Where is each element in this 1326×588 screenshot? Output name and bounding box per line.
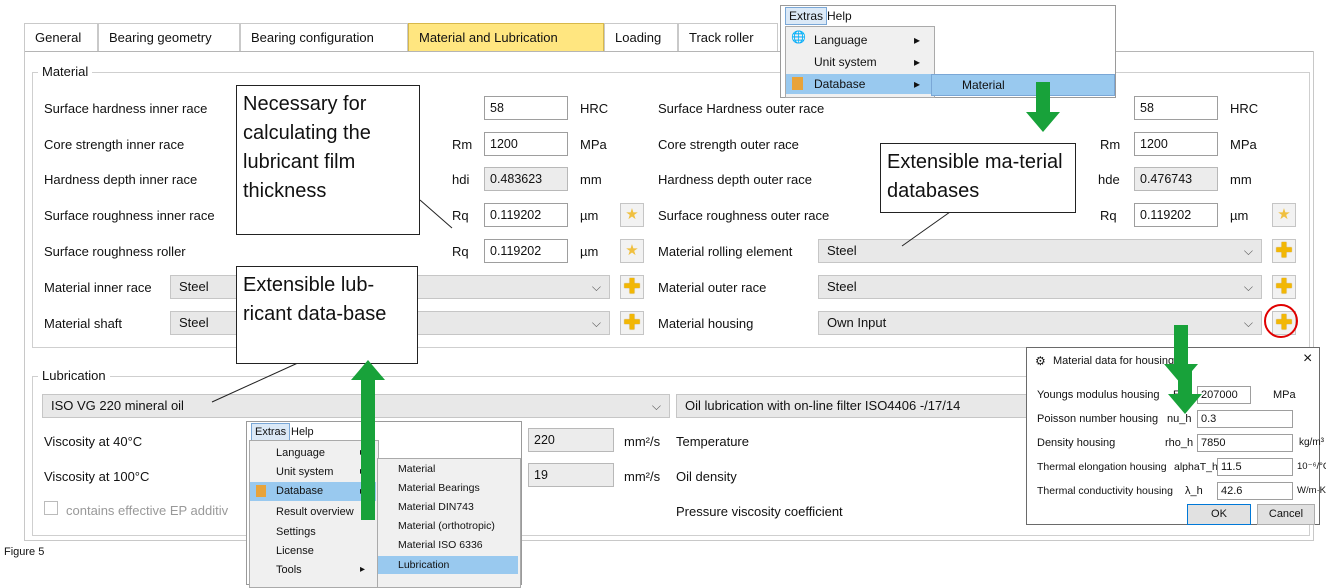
arrow-down-icon (1026, 82, 1060, 132)
green-arrows (351, 82, 1202, 520)
arrow-down-icon (1168, 370, 1202, 414)
arrow-up-icon (351, 360, 385, 520)
